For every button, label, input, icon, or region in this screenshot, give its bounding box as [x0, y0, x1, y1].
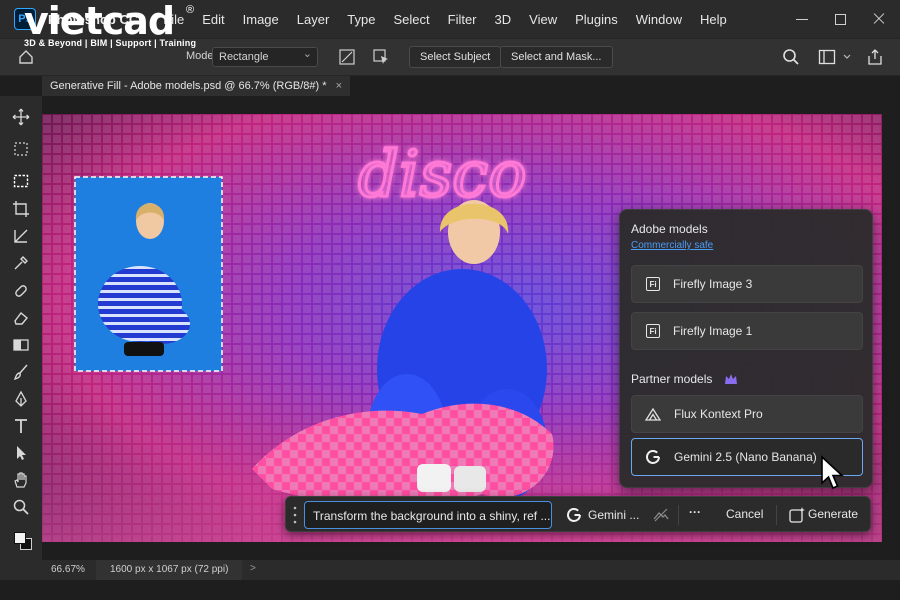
close-window-icon[interactable]	[872, 12, 886, 26]
menu-image[interactable]: Image	[234, 12, 288, 27]
document-tabs: Generative Fill - Adobe models.psd @ 66.…	[42, 76, 900, 96]
bottom-strip	[0, 580, 900, 600]
model-option-firefly-image-1[interactable]: Fi Firefly Image 1	[631, 312, 863, 350]
firefly-icon: Fi	[646, 277, 660, 291]
document-tab-title: Generative Fill - Adobe models.psd @ 66.…	[50, 80, 327, 92]
close-tab-icon[interactable]: ×	[336, 80, 342, 92]
status-bar: 66.67% 1600 px x 1067 px (72 ppi) >	[0, 560, 900, 580]
path-selection-icon[interactable]	[12, 444, 30, 462]
contextual-task-bar: Transform the background into a shiny, r…	[285, 496, 871, 532]
move-tool-icon[interactable]	[12, 108, 30, 126]
mode-select[interactable]: Rectangle	[212, 47, 318, 67]
minimize-icon[interactable]	[795, 12, 809, 26]
menu-plugins[interactable]: Plugins	[566, 12, 627, 27]
menu-help[interactable]: Help	[691, 12, 736, 27]
generate-icon[interactable]	[788, 506, 806, 524]
document-dimensions: 1600 px x 1067 px (72 ppi)	[96, 560, 243, 580]
hand-tool-icon[interactable]	[12, 471, 30, 489]
eyedropper-icon[interactable]	[12, 254, 30, 272]
watermark-tagline: 3D & Beyond | BIM | Support | Training	[24, 38, 197, 48]
task-bar-separator	[776, 505, 777, 525]
maximize-icon[interactable]	[835, 13, 846, 25]
share-icon[interactable]	[866, 48, 884, 66]
perspective-crop-icon[interactable]	[12, 227, 30, 245]
window-controls	[795, 0, 886, 38]
model-option-firefly-image-3[interactable]: Fi Firefly Image 3	[631, 265, 863, 303]
google-icon	[567, 508, 581, 522]
menu-layer[interactable]: Layer	[288, 12, 339, 27]
partner-models-heading: Partner models	[631, 372, 713, 386]
menu-type[interactable]: Type	[338, 12, 384, 27]
mouse-cursor-icon	[821, 455, 845, 490]
task-bar-separator	[678, 505, 679, 525]
search-icon[interactable]	[782, 48, 800, 66]
model-option-flux-kontext-pro[interactable]: Flux Kontext Pro	[631, 395, 863, 433]
menu-filter[interactable]: Filter	[439, 12, 486, 27]
model-picker-panel: Adobe models Commercially safe Fi Firefl…	[619, 209, 873, 488]
generate-button[interactable]: Generate	[808, 507, 858, 521]
model-option-label: Flux Kontext Pro	[674, 407, 763, 421]
firefly-icon: Fi	[646, 324, 660, 338]
more-options-icon[interactable]: ···	[689, 505, 701, 519]
status-menu-arrow-icon[interactable]: >	[250, 563, 256, 574]
select-subject-button[interactable]: Select Subject	[409, 46, 502, 68]
menu-items: File Edit Image Layer Type Select Filter…	[154, 12, 735, 27]
menu-view[interactable]: View	[520, 12, 566, 27]
artboard-tool-icon[interactable]	[12, 140, 30, 158]
menu-select[interactable]: Select	[384, 12, 438, 27]
vietcad-watermark: vietcad ® 3D & Beyond | BIM | Support | …	[24, 2, 214, 52]
neon-sign-text: disco	[358, 138, 527, 212]
adobe-models-heading: Adobe models	[631, 222, 708, 236]
zoom-level[interactable]: 66.67%	[51, 564, 85, 575]
model-selector-button[interactable]: Gemini ...	[566, 505, 639, 525]
cancel-button[interactable]: Cancel	[726, 507, 763, 521]
pen-tool-icon[interactable]	[12, 390, 30, 408]
chevron-down-icon[interactable]	[843, 53, 851, 61]
zoom-tool-icon[interactable]	[12, 498, 30, 516]
menu-3d[interactable]: 3D	[486, 12, 521, 27]
select-and-mask-button[interactable]: Select and Mask...	[500, 46, 613, 68]
watermark-registered: ®	[186, 4, 195, 16]
flux-icon	[645, 407, 661, 421]
tools-panel	[0, 96, 42, 560]
eraser-icon[interactable]	[12, 309, 30, 327]
reference-image-icon[interactable]	[652, 506, 670, 524]
rectangular-marquee-icon[interactable]	[12, 172, 30, 190]
crop-tool-icon[interactable]	[12, 200, 30, 218]
google-icon	[646, 450, 660, 464]
brush-tool-icon[interactable]	[12, 363, 30, 381]
commercially-safe-link[interactable]: Commercially safe	[631, 240, 713, 251]
document-tab[interactable]: Generative Fill - Adobe models.psd @ 66.…	[42, 76, 351, 96]
type-tool-icon[interactable]	[12, 417, 30, 435]
workspace-icon[interactable]	[818, 48, 836, 66]
menu-window[interactable]: Window	[627, 12, 691, 27]
object-select-icon[interactable]	[372, 48, 390, 66]
model-option-label: Firefly Image 3	[673, 277, 753, 291]
crown-icon	[725, 374, 737, 384]
model-option-label: Gemini 2.5 (Nano Banana)	[674, 450, 817, 464]
healing-brush-icon[interactable]	[12, 282, 30, 300]
model-option-label: Firefly Image 1	[673, 324, 753, 338]
gradient-tool-icon[interactable]	[12, 336, 30, 354]
foreground-color-swatch[interactable]	[14, 532, 26, 544]
prompt-input[interactable]: Transform the background into a shiny, r…	[304, 501, 552, 529]
model-selector-label: Gemini ...	[588, 508, 640, 522]
straighten-icon[interactable]	[338, 48, 356, 66]
drag-handle-icon[interactable]	[293, 506, 297, 524]
